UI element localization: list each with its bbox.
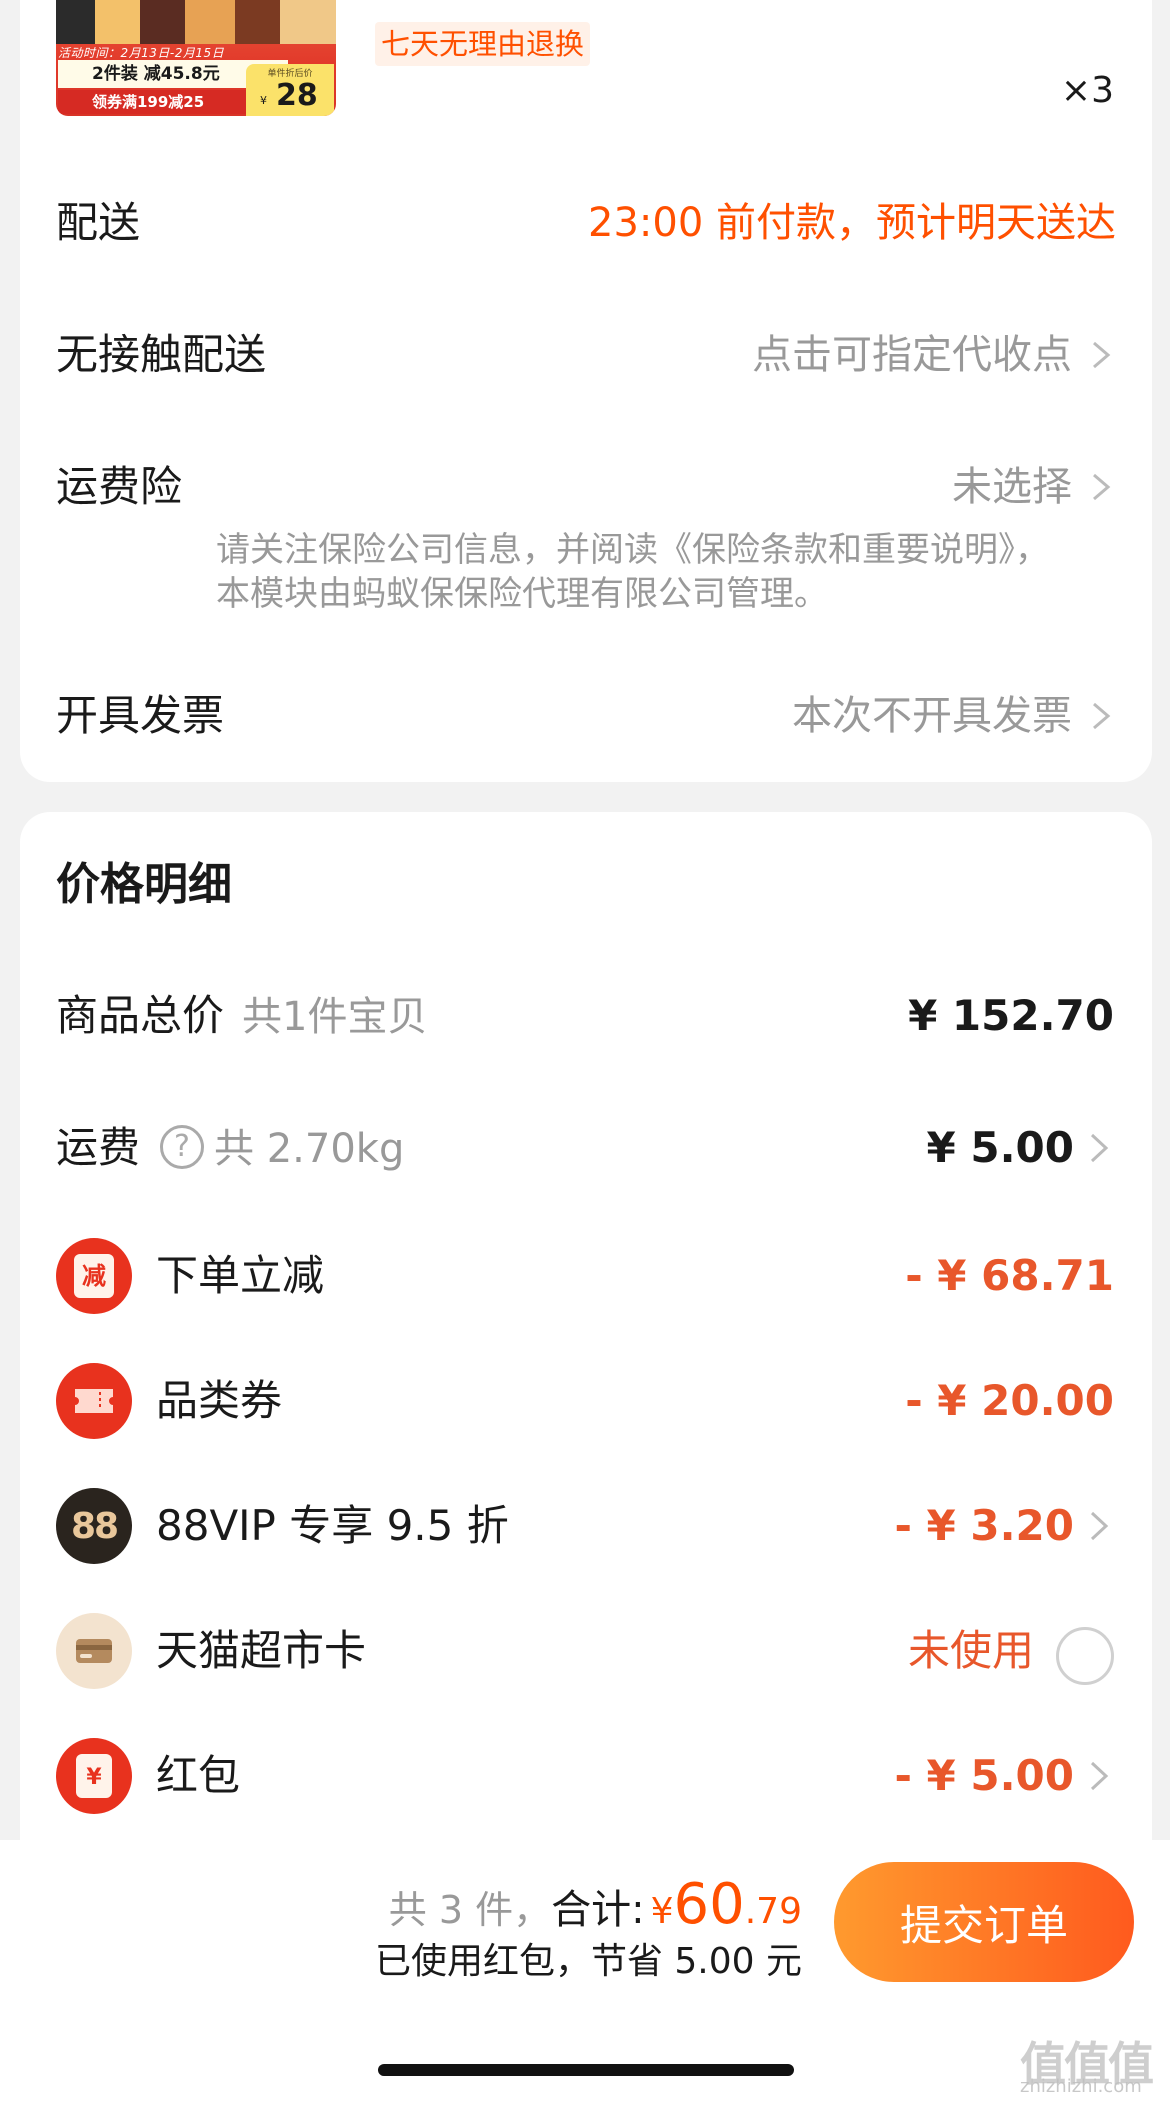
thumb-price-value: 28	[276, 78, 318, 113]
insurance-value: 未选择	[952, 464, 1072, 510]
vip-label: 88VIP 专享 9.5 折	[156, 1501, 509, 1550]
red-packet-amount: - ¥ 5.00	[894, 1751, 1074, 1800]
wallet-card-icon	[76, 1639, 112, 1663]
chevron-right-icon	[1090, 1761, 1109, 1791]
shipping-weight: 共 2.70kg	[214, 1126, 405, 1172]
home-indicator[interactable]	[378, 2064, 794, 2076]
delivery-row: 配送 23:00 前付款，预计明天送达	[56, 193, 1116, 253]
category-coupon-row: 品类券 - ¥ 20.00	[56, 1361, 1114, 1441]
invoice-value: 本次不开具发票	[792, 693, 1072, 739]
product-image-art	[56, 0, 336, 44]
chevron-right-icon	[1090, 1511, 1109, 1541]
red-packet-icon: ¥	[56, 1738, 132, 1814]
thumb-price-currency: ¥	[260, 94, 267, 107]
chevron-right-icon	[1093, 341, 1111, 369]
red-packet-label: 红包	[156, 1751, 241, 1800]
coupon-icon	[56, 1363, 132, 1439]
shipping-label: 运费? 共 2.70kg	[56, 1108, 404, 1189]
delivery-value: 23:00 前付款，预计明天送达	[588, 200, 1116, 246]
category-coupon-label: 品类券	[156, 1376, 283, 1425]
thumb-price-box: 单件折后价 ¥ 28	[246, 64, 334, 116]
item-count: 共 3 件，	[388, 1888, 552, 1932]
shipping-amount: ¥ 5.00	[926, 1123, 1074, 1172]
help-icon[interactable]: ?	[160, 1124, 205, 1169]
red-packet-icon-text: ¥	[76, 1754, 112, 1798]
discount-icon: 减	[56, 1238, 132, 1314]
contactless-value: 点击可指定代收点	[752, 332, 1072, 378]
goods-total-amount: ¥ 152.70	[908, 991, 1114, 1040]
watermark-site: zhizhizhi.com	[1020, 2076, 1142, 2097]
submit-order-button[interactable]: 提交订单	[834, 1862, 1134, 1982]
vip-icon: 88	[56, 1488, 132, 1564]
tmall-card-radio[interactable]	[1056, 1627, 1114, 1685]
price-detail-title: 价格明细	[56, 859, 232, 910]
order-total: 共 3 件，合计: ¥60.79	[389, 1872, 802, 1937]
shipping-fee-row[interactable]: 运费? 共 2.70kg ¥ 5.00	[56, 1108, 1114, 1188]
goods-total-row: 商品总价 共1件宝贝 ¥ 152.70	[56, 976, 1114, 1056]
order-discount-amount: - ¥ 68.71	[905, 1251, 1114, 1300]
product-thumbnail[interactable]: 活动时间：2月13日-2月15日 2件装 减45.8元 领券满199减25 单件…	[56, 0, 336, 116]
goods-total-sub: 共1件宝贝	[242, 994, 428, 1040]
discount-icon-text: 减	[74, 1254, 114, 1298]
category-coupon-amount: - ¥ 20.00	[905, 1376, 1114, 1425]
order-discount-label: 下单立减	[156, 1251, 325, 1300]
total-currency: ¥	[650, 1891, 674, 1932]
ticket-icon	[75, 1389, 113, 1413]
order-info-card	[20, 0, 1152, 782]
total-label: 合计:	[551, 1887, 645, 1933]
quantity-label: ×3	[1060, 70, 1114, 111]
contactless-label: 无接触配送	[56, 330, 267, 379]
saving-note: 已使用红包，节省 5.00 元	[374, 1941, 802, 1982]
tmall-card-status: 未使用	[907, 1626, 1034, 1675]
return-policy-badge: 七天无理由退换	[375, 22, 591, 66]
vip-amount: - ¥ 3.20	[894, 1501, 1074, 1550]
goods-total-label-text: 商品总价	[56, 991, 225, 1040]
goods-total-label: 商品总价 共1件宝贝	[56, 976, 427, 1057]
chevron-right-icon	[1093, 702, 1111, 730]
chevron-right-icon	[1093, 473, 1111, 501]
order-discount-row: 减 下单立减 - ¥ 68.71	[56, 1236, 1114, 1316]
thumb-promo-time: 活动时间：2月13日-2月15日	[58, 46, 225, 60]
insurance-note: 请关注保险公司信息，并阅读《保险条款和重要说明》，本模块由蚂蚁保保险代理有限公司…	[216, 530, 1049, 614]
invoice-row[interactable]: 开具发票 本次不开具发票	[56, 686, 1116, 746]
contactless-delivery-row[interactable]: 无接触配送 点击可指定代收点	[56, 325, 1116, 385]
total-decimal: .79	[744, 1891, 802, 1932]
card-icon	[56, 1613, 132, 1689]
tmall-card-row[interactable]: 天猫超市卡 未使用	[56, 1611, 1114, 1691]
red-packet-row[interactable]: ¥ 红包 - ¥ 5.00	[56, 1736, 1114, 1816]
total-integer: 60	[673, 1872, 745, 1937]
shipping-label-text: 运费	[56, 1123, 141, 1172]
delivery-label: 配送	[56, 198, 141, 247]
vip-icon-text: 88	[70, 1505, 119, 1547]
tmall-card-label: 天猫超市卡	[156, 1626, 367, 1675]
chevron-right-icon	[1090, 1133, 1109, 1163]
shipping-insurance-row[interactable]: 运费险 未选择	[56, 457, 1116, 517]
order-confirm-page: 活动时间：2月13日-2月15日 2件装 减45.8元 领券满199减25 单件…	[0, 0, 1170, 2103]
vip-discount-row[interactable]: 88 88VIP 专享 9.5 折 - ¥ 3.20	[56, 1486, 1114, 1566]
invoice-label: 开具发票	[56, 691, 225, 740]
insurance-label: 运费险	[56, 462, 183, 511]
